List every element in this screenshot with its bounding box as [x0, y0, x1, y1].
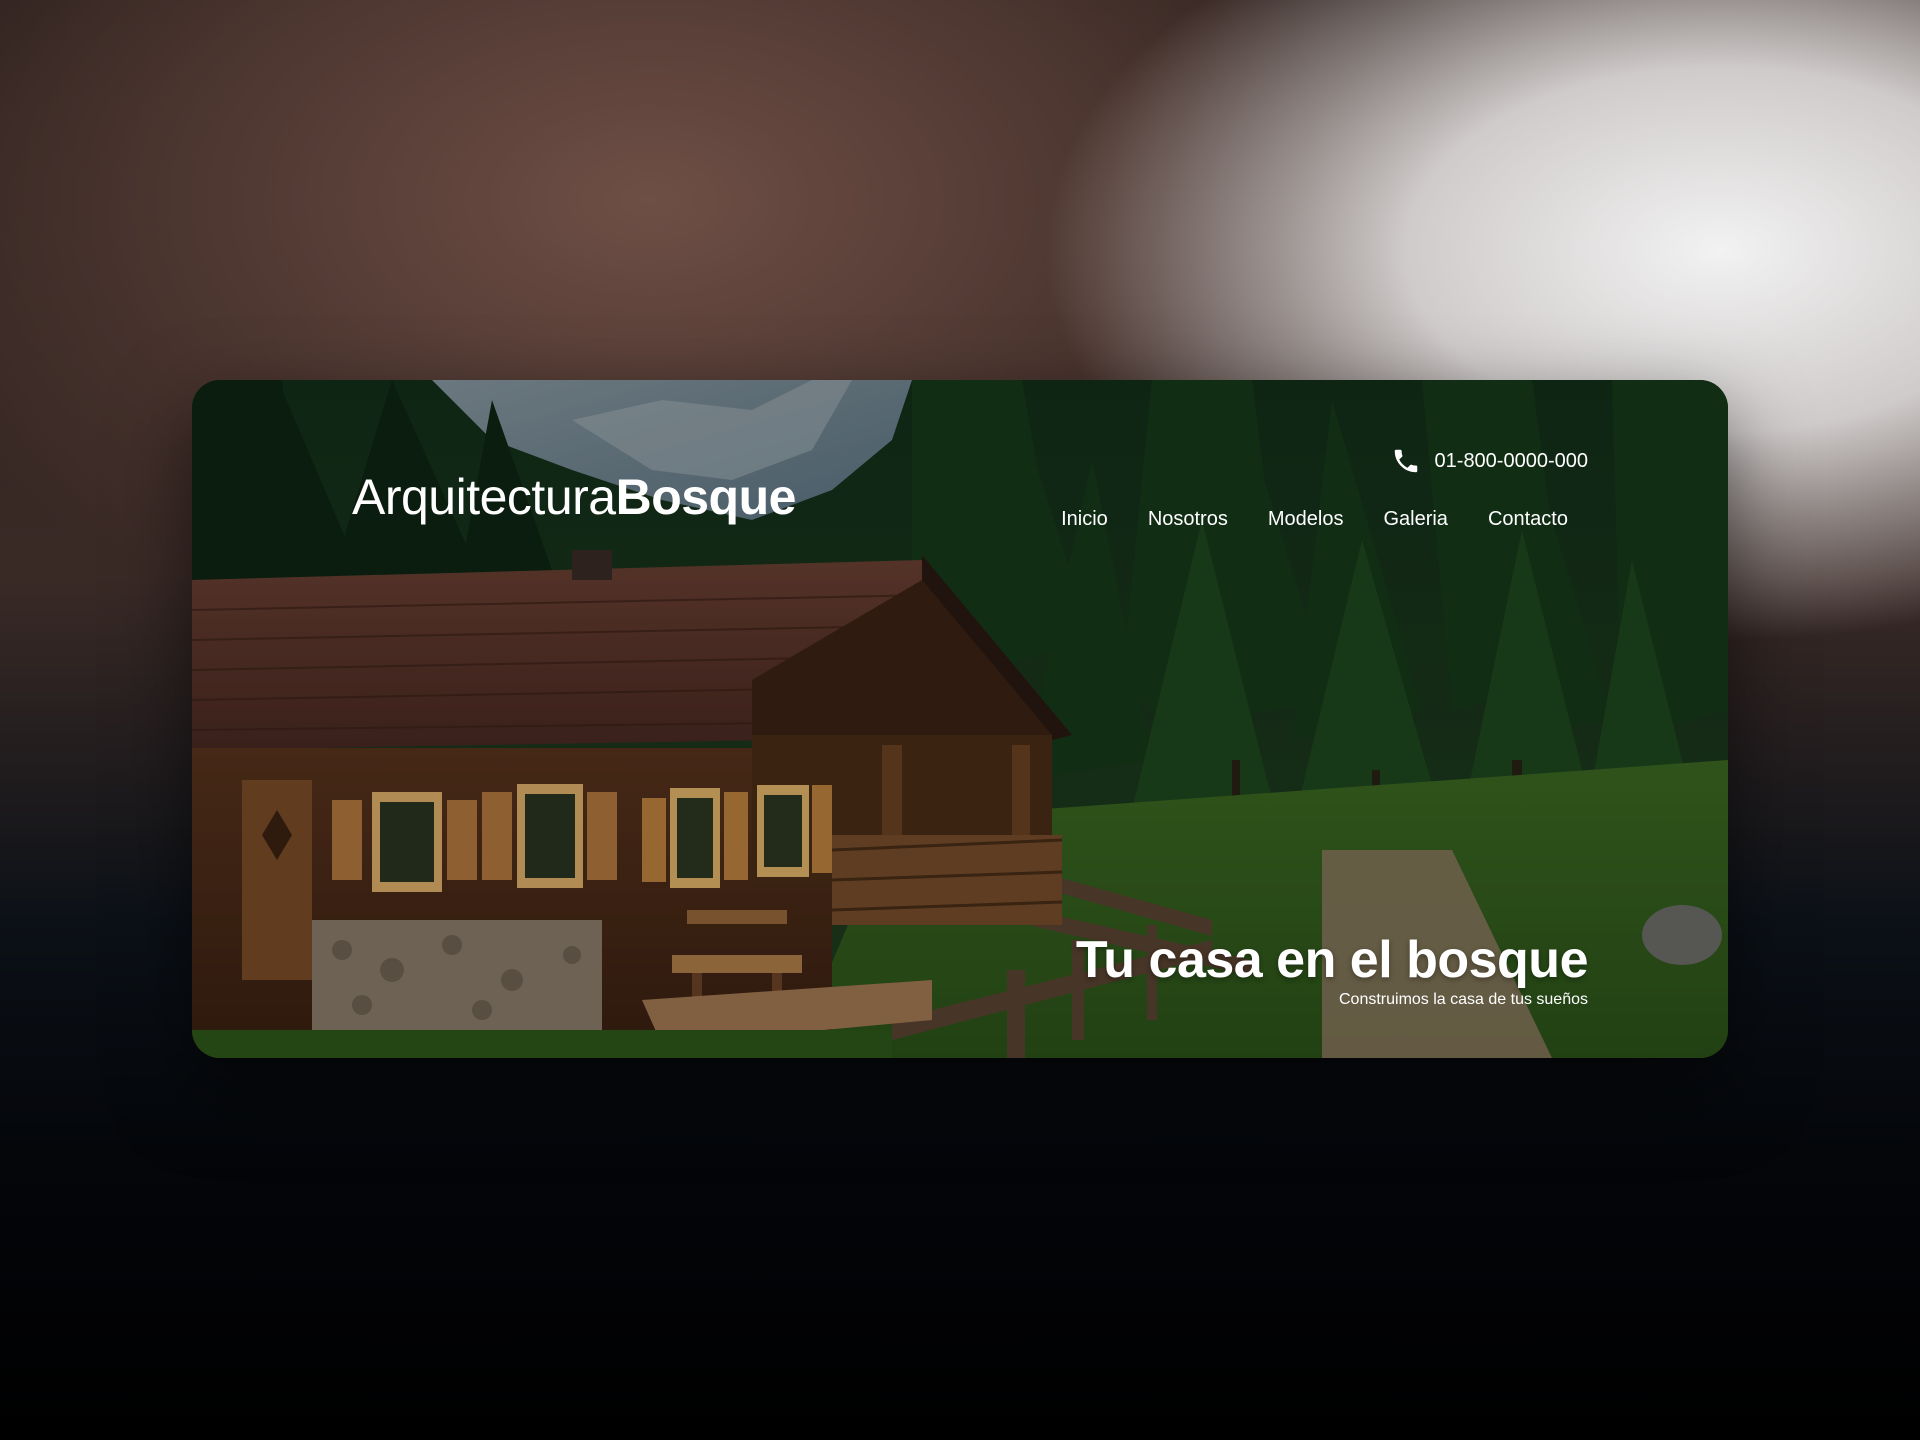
- nav-item-inicio[interactable]: Inicio: [1061, 508, 1108, 531]
- phone-contact[interactable]: 01-800-0000-000: [1391, 446, 1588, 476]
- main-navigation: Inicio Nosotros Modelos Galeria Contacto: [1061, 508, 1568, 531]
- hero-subtitle: Construimos la casa de tus sueños: [1338, 991, 1588, 1008]
- nav-item-modelos[interactable]: Modelos: [1268, 508, 1344, 531]
- hero-title: Tu casa en el bosque: [1075, 931, 1589, 989]
- phone-number: 01-800-0000-000: [1434, 449, 1588, 472]
- nav-item-nosotros[interactable]: Nosotros: [1148, 508, 1228, 531]
- site-logo[interactable]: ArquitecturaBosque: [352, 468, 796, 526]
- hero-text-block: Tu casa en el bosque Construimos la casa…: [1075, 931, 1589, 1010]
- logo-text-light: Arquitectura: [352, 469, 616, 525]
- nav-item-contacto[interactable]: Contacto: [1488, 508, 1568, 531]
- logo-text-bold: Bosque: [615, 469, 797, 525]
- phone-icon: [1391, 446, 1421, 476]
- nav-item-galeria[interactable]: Galeria: [1383, 508, 1447, 531]
- website-hero-card: ArquitecturaBosque 01-800-0000-000 Inici…: [192, 380, 1728, 1058]
